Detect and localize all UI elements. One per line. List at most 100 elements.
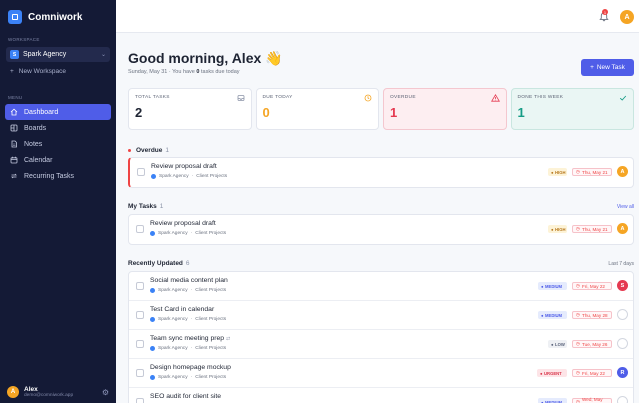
task-row[interactable]: SEO audit for client siteSpark Agency·Cl… [129,388,633,403]
task-title-wrap[interactable]: SEO audit for client site [150,393,221,400]
unassigned-avatar[interactable] [617,309,628,320]
task-workspace: Spark Agency [158,288,188,293]
calendar-icon [10,156,18,164]
sidebar-item-label: Recurring Tasks [24,172,75,180]
stat-label: DONE THIS WEEK [517,95,564,100]
stat-due-today: DUE TODAY 0 [255,88,379,130]
workspace-dot-icon [150,231,155,236]
due-date-badge: ◷ Fri, May 22 [572,369,612,377]
repeat-icon [10,172,18,180]
section-count: 1 [165,147,169,154]
task-checkbox[interactable] [137,168,145,176]
task-meta: Spark Agency · Client Projects [151,174,227,179]
task-title-wrap[interactable]: Social media content plan [150,277,228,284]
dashboard-main: Good morning, Alex 👋 Sunday, May 31 · Yo… [116,33,639,403]
task-title-wrap[interactable]: Design homepage mockup [150,364,231,371]
priority-dot-icon: ● [540,370,543,376]
task-checkbox[interactable] [136,340,144,348]
section-count: 1 [159,203,164,210]
clock-icon: ◷ [576,226,581,231]
task-meta: Spark Agency · Client Projects [150,346,226,351]
overdue-dot [128,149,131,152]
board-icon [10,124,18,132]
subline-suffix: tasks due today [199,69,240,75]
sidebar-item-dashboard[interactable]: Dashboard [5,104,111,120]
assignee-avatar[interactable]: A [617,166,628,177]
new-task-button[interactable]: + New Task [581,59,634,76]
task-title-wrap[interactable]: Review proposal draft [150,220,216,227]
sidebar-item-calendar[interactable]: Calendar [5,152,111,168]
due-date-badge: ◷ Fri, May 22 [572,282,612,290]
top-avatar[interactable]: A [620,10,634,24]
priority-label: MEDIUM [545,312,563,318]
due-date: Wed, May 27 [582,397,603,403]
task-checkbox[interactable] [136,369,144,377]
task-row[interactable]: Team sync meeting prep ⇄ Spark Agency · Clie… [129,330,633,359]
warning-icon [490,94,500,104]
due-date-badge: ◷ Thu, May 21 [572,168,612,176]
assignee-avatar[interactable]: R [617,367,628,378]
task-checkbox[interactable] [136,398,144,403]
workspace-dot-icon [151,174,156,179]
separator: · [190,288,193,293]
priority-label: HIGH [555,169,566,175]
workspace-selector[interactable]: S Spark Agency ⌄ [6,47,110,62]
due-date: Thu, May 28 [582,312,608,318]
recent-section-heading: Recently Updated 6 [128,260,190,267]
task-title[interactable]: Team sync meeting prep [150,335,224,342]
brand[interactable]: Comniwork [0,0,116,32]
priority-label: HIGH [555,226,566,232]
subline-prefix: · You have [167,69,197,75]
task-title[interactable]: Design homepage mockup [150,364,231,371]
user-name: Alex [24,385,38,393]
task-meta: Spark Agency · Client Projects [150,375,226,380]
unassigned-avatar[interactable] [617,396,628,403]
task-row[interactable]: Design homepage mockup Spark Agency · Clien… [129,359,633,388]
assignee-avatar[interactable]: A [617,223,628,234]
separator: · [190,375,193,380]
sidebar-item-recurring-tasks[interactable]: Recurring Tasks [5,168,111,184]
due-date: Fri, May 22 [582,283,605,289]
workspace-dot-icon [150,288,155,293]
user-profile[interactable]: A Alex demo@comniwork.app ⚙ [0,381,116,403]
task-checkbox[interactable] [136,282,144,290]
task-row[interactable]: Test Card in calendar Spark Agency · Client… [129,301,633,330]
chevron-down-icon: ⌄ [100,52,106,58]
view-all-link[interactable]: View all [617,204,634,210]
task-title-wrap[interactable]: Test Card in calendar [150,306,214,313]
task-checkbox[interactable] [136,311,144,319]
check-icon [619,94,627,104]
task-title[interactable]: Test Card in calendar [150,306,214,313]
note-icon [10,140,18,148]
task-title[interactable]: Review proposal draft [150,220,216,227]
new-workspace-button[interactable]: + New Workspace [0,64,116,79]
due-date: Fri, May 22 [582,370,605,376]
section-title: Recently Updated [128,260,183,267]
gear-icon[interactable]: ⚙ [102,388,109,397]
task-board: Client Projects [195,317,227,322]
menu-section-label: MENU [8,95,23,100]
clock-icon: ◷ [576,312,581,317]
clock-icon [364,94,372,104]
page-subtitle: Sunday, May 31 · You have 0 tasks due to… [128,69,240,75]
task-title-wrap[interactable]: Review proposal draft [151,163,217,170]
assignee-avatar[interactable]: S [617,280,628,291]
sidebar-item-boards[interactable]: Boards [5,120,111,136]
logo-icon [8,10,22,24]
task-row[interactable]: Review proposal draft Spark Agency · Client… [130,158,633,187]
task-title[interactable]: Review proposal draft [151,163,217,170]
unassigned-avatar[interactable] [617,338,628,349]
task-title-wrap[interactable]: Team sync meeting prep ⇄ [150,335,230,342]
due-date: Thu, May 21 [582,226,608,232]
sidebar-item-notes[interactable]: Notes [5,136,111,152]
task-board: Client Projects [195,375,227,380]
priority-dot-icon: ● [541,399,544,403]
recent-list: Social media content plan Spark Agency · Cl… [128,271,634,403]
task-row[interactable]: Review proposal draft Spark Agency · Client… [129,215,633,244]
plus-icon: + [10,68,14,75]
task-row[interactable]: Social media content plan Spark Agency · Cl… [129,272,633,301]
task-workspace: Spark Agency [158,231,188,236]
task-title[interactable]: SEO audit for client site [150,393,221,400]
task-title[interactable]: Social media content plan [150,277,228,284]
task-checkbox[interactable] [136,225,144,233]
